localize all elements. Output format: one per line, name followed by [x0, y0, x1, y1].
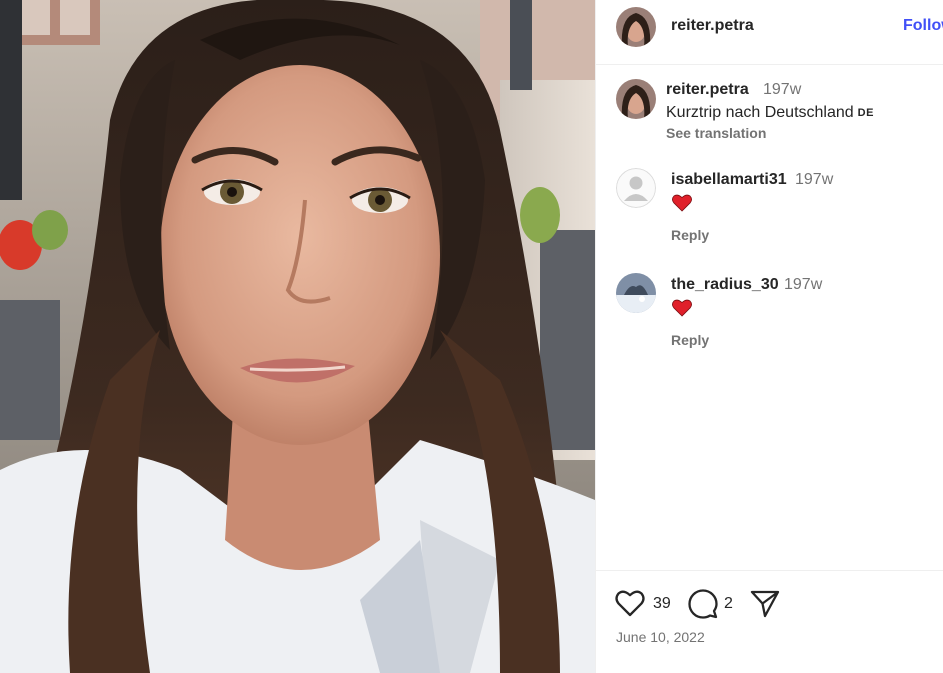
caption-timestamp[interactable]: 197w [763, 81, 801, 99]
post-details-panel: reiter.petra Follow reiter.petra 197w Ku… [595, 0, 943, 673]
see-translation-link[interactable]: See translation [666, 125, 766, 141]
comment-bubble-icon[interactable] [688, 589, 718, 624]
comment-timestamp[interactable]: 197w [795, 171, 833, 189]
post-photo[interactable] [0, 0, 595, 673]
germany-flag-label: DE [857, 107, 874, 119]
comment-count[interactable]: 2 [724, 595, 733, 613]
red-heart-emoji-icon [672, 299, 692, 322]
caption-body: Kurztrip nach Deutschland [666, 104, 854, 121]
post-date[interactable]: June 10, 2022 [616, 629, 705, 645]
heart-outline-icon[interactable] [615, 589, 645, 622]
caption-username[interactable]: reiter.petra [666, 81, 749, 99]
red-heart-emoji-icon [672, 194, 692, 217]
author-avatar[interactable] [616, 7, 656, 47]
commenter-avatar[interactable] [616, 273, 656, 313]
author-username[interactable]: reiter.petra [671, 17, 754, 35]
reply-button[interactable]: Reply [671, 332, 709, 348]
comment-username[interactable]: the_radius_30 [671, 276, 779, 294]
comment-timestamp[interactable]: 197w [784, 276, 822, 294]
like-count[interactable]: 39 [653, 595, 671, 613]
default-avatar-icon[interactable] [616, 168, 656, 208]
instagram-post-view: reiter.petra Follow reiter.petra 197w Ku… [0, 0, 943, 673]
post-actions-bar: 39 2 June 10, 2022 [596, 570, 943, 673]
selfie-image [0, 0, 595, 673]
post-header: reiter.petra Follow [596, 0, 943, 65]
caption-text: Kurztrip nach Deutschland DE [666, 104, 874, 122]
caption-avatar[interactable] [616, 79, 656, 119]
follow-button[interactable]: Follow [903, 17, 943, 35]
reply-button[interactable]: Reply [671, 227, 709, 243]
paper-plane-icon[interactable] [750, 590, 780, 623]
comment-username[interactable]: isabellamarti31 [671, 171, 787, 189]
